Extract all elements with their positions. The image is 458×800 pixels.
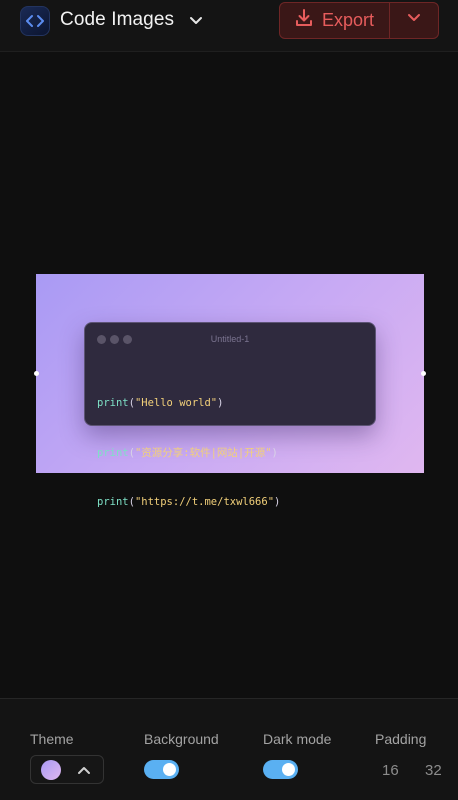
chevron-down-icon[interactable] (187, 12, 205, 30)
export-button-group: Export (279, 2, 439, 39)
bottom-toolbar: Theme Background Dark mode Padding 16 32 (0, 698, 458, 800)
resize-handle-left[interactable] (34, 371, 39, 376)
window-title[interactable]: Untitled-1 (85, 334, 375, 344)
chevron-down-icon (405, 9, 423, 32)
toggle-knob (282, 763, 295, 776)
theme-picker[interactable] (30, 755, 104, 784)
code-function: print (97, 397, 129, 409)
code-punctuation: ) (274, 496, 281, 508)
export-label: Export (322, 10, 375, 30)
code-line: print("https://t.me/txwl666") (97, 494, 280, 511)
dark-mode-toggle[interactable] (263, 760, 298, 779)
padding-option-32[interactable]: 32 (425, 762, 442, 779)
export-options-button[interactable] (390, 3, 438, 38)
code-line: print("资源分享:软件|网站|开源") (97, 445, 280, 462)
code-string: "资源分享:软件|网站|开源" (134, 446, 272, 459)
code-function: print (97, 446, 129, 459)
code-string: "https://t.me/txwl666" (134, 496, 275, 508)
background-label: Background (144, 731, 219, 747)
code-string: "Hello world" (134, 397, 218, 409)
dark-mode-label: Dark mode (263, 731, 332, 747)
resize-handle-right[interactable] (421, 371, 426, 376)
app-title[interactable]: Code Images (60, 9, 174, 31)
header: Code Images Export (0, 0, 458, 52)
padding-label: Padding (375, 731, 427, 747)
chevron-up-icon (75, 761, 93, 779)
background-toggle[interactable] (144, 760, 179, 779)
padding-option-16[interactable]: 16 (382, 762, 399, 779)
toggle-knob (163, 763, 176, 776)
code-window: Untitled-1 print("Hello world") print("资… (84, 322, 376, 508)
code-editor[interactable]: print("Hello world") print("资源分享:软件|网站|开… (97, 362, 280, 544)
code-punctuation: ) (271, 446, 278, 459)
code-punctuation: ) (217, 397, 224, 409)
theme-swatch (41, 760, 61, 780)
code-line: print("Hello world") (97, 395, 280, 412)
code-brackets-icon[interactable] (20, 6, 50, 36)
code-function: print (97, 496, 129, 508)
download-icon (294, 8, 314, 33)
theme-label: Theme (30, 731, 74, 747)
export-button[interactable]: Export (280, 3, 390, 38)
